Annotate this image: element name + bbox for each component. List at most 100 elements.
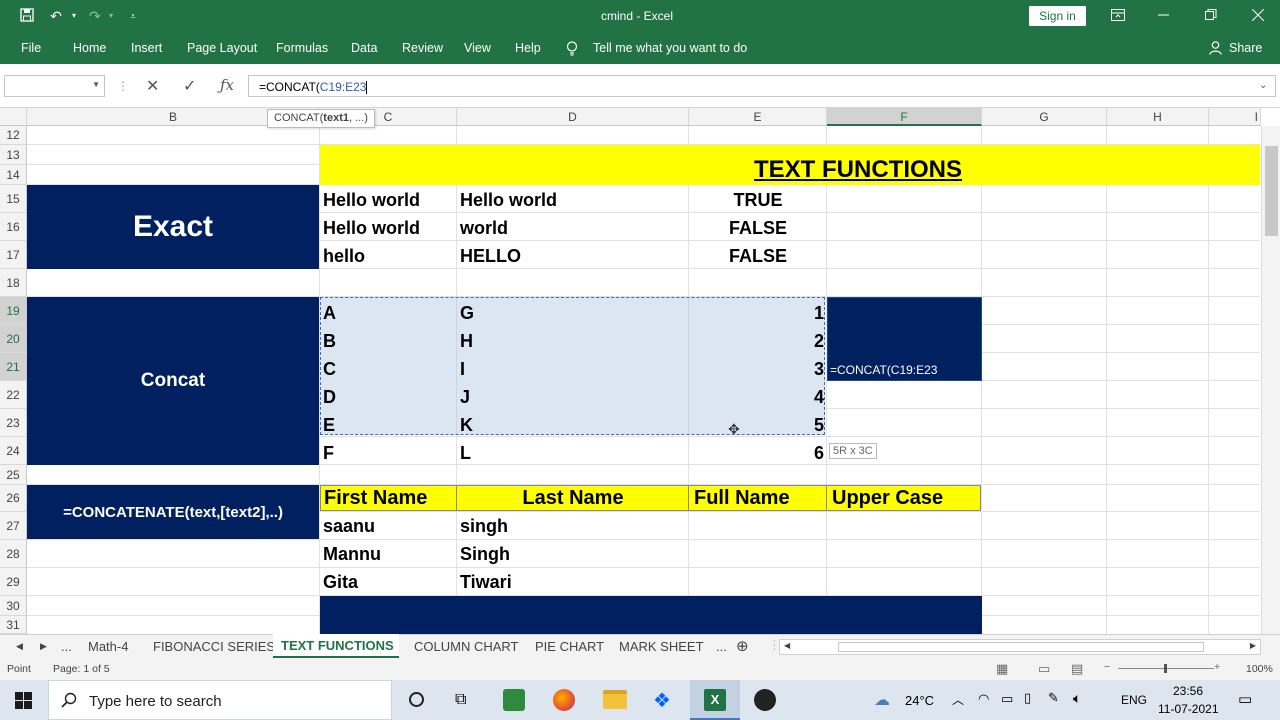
insert-function-icon[interactable]: ƒx	[220, 76, 234, 94]
cell-d23[interactable]: K	[460, 415, 473, 436]
zoom-level[interactable]: 100%	[1246, 663, 1273, 675]
network-icon[interactable]: ▭	[1001, 691, 1013, 707]
cell-c17[interactable]: hello	[323, 246, 365, 267]
customize-toolbar-icon[interactable]: ⩡	[125, 8, 141, 24]
tell-me-search[interactable]: Tell me what you want to do	[593, 41, 747, 55]
header-full-name[interactable]: Full Name	[694, 487, 790, 510]
exact-label[interactable]: Exact	[27, 185, 319, 269]
sheet-tab-column-chart[interactable]: COLUMN CHART	[414, 639, 519, 654]
excel-taskbar-button[interactable]: X	[690, 680, 740, 720]
tab-formulas[interactable]: Formulas	[276, 41, 328, 55]
row-header-27[interactable]: 27	[0, 512, 27, 540]
sheet-tab-pie-chart[interactable]: PIE CHART	[535, 639, 604, 654]
tab-review[interactable]: Review	[402, 41, 443, 55]
cell-d15[interactable]: Hello world	[460, 190, 557, 211]
redo-dropdown-icon[interactable]: ▾	[103, 8, 119, 24]
row-header-13[interactable]: 13	[0, 145, 27, 165]
header-last-name[interactable]: Last Name	[457, 487, 689, 510]
cell-e15[interactable]: TRUE	[689, 190, 827, 211]
row-header-30[interactable]: 30	[0, 596, 27, 616]
cell-d19[interactable]: G	[460, 303, 474, 324]
cell-e22[interactable]: 4	[689, 387, 824, 408]
cell-e24[interactable]: 6	[689, 443, 824, 464]
windows-start-icon[interactable]	[15, 692, 32, 712]
column-header-e[interactable]: E	[689, 108, 827, 126]
cell-c22[interactable]: D	[323, 387, 336, 408]
redo-icon[interactable]: ↷	[87, 8, 103, 24]
column-header-g[interactable]: G	[982, 108, 1107, 126]
language[interactable]: ENG	[1121, 693, 1147, 707]
cell-e21[interactable]: 3	[689, 359, 824, 380]
tab-view[interactable]: View	[464, 41, 491, 55]
page-break-view-icon[interactable]: ▤	[1071, 661, 1083, 677]
cell-c15[interactable]: Hello world	[323, 190, 420, 211]
tabs-more-right[interactable]: ...	[716, 639, 727, 654]
add-sheet-icon[interactable]: ⊕	[736, 637, 749, 655]
row-header-29[interactable]: 29	[0, 568, 27, 596]
page-layout-view-icon[interactable]: ▭	[1038, 661, 1050, 677]
normal-view-icon[interactable]: ▦	[996, 661, 1008, 677]
taskbar-search[interactable]: Type here to search	[48, 680, 392, 720]
task-view-icon[interactable]: ⧉	[455, 691, 466, 709]
wifi-icon[interactable]: ◠	[978, 691, 989, 707]
cell-c16[interactable]: Hello world	[323, 218, 420, 239]
concatenate-label[interactable]: =CONCATENATE(text,[text2],..)	[27, 485, 319, 539]
cell-c29[interactable]: Gita	[323, 572, 358, 593]
tooltip-arg[interactable]: text1	[323, 112, 349, 124]
file-explorer-icon[interactable]	[603, 690, 627, 709]
zoom-out-icon[interactable]: −	[1104, 661, 1110, 673]
temperature[interactable]: 24°C	[905, 693, 934, 708]
row-header-26[interactable]: 26	[0, 485, 27, 512]
row-header-15[interactable]: 15	[0, 185, 27, 213]
sheet-tab-math-4[interactable]: Math-4	[88, 639, 128, 654]
cell-d21[interactable]: I	[460, 359, 465, 380]
header-upper-case[interactable]: Upper Case	[832, 487, 943, 510]
cell-e23[interactable]: 5	[689, 415, 824, 436]
column-header-f[interactable]: F	[827, 108, 982, 126]
row-header-18[interactable]: 18	[0, 269, 27, 297]
row-header-16[interactable]: 16	[0, 213, 27, 241]
horizontal-scroll-thumb[interactable]	[838, 642, 1204, 652]
horizontal-scrollbar[interactable]: ◀ ▶	[779, 639, 1261, 655]
tab-scroll-left-icon[interactable]: ◀	[16, 641, 23, 652]
cell-d24[interactable]: L	[460, 443, 471, 464]
row-header-25[interactable]: 25	[0, 465, 27, 485]
cell-c27[interactable]: saanu	[323, 516, 375, 537]
sign-in-button[interactable]: Sign in	[1029, 6, 1086, 26]
cell-e17[interactable]: FALSE	[689, 246, 827, 267]
share-person-icon[interactable]	[1209, 41, 1222, 58]
minimize-icon[interactable]	[1156, 8, 1172, 24]
tab-help[interactable]: Help	[515, 41, 541, 55]
row-header-12[interactable]: 12	[0, 126, 27, 145]
cell-d28[interactable]: Singh	[460, 544, 510, 565]
weather-cloud-icon[interactable]: ☁	[874, 690, 890, 710]
volume-icon[interactable]: 🔈︎	[1073, 690, 1081, 707]
zoom-in-icon[interactable]: +	[1214, 661, 1220, 673]
select-all-corner[interactable]	[0, 108, 27, 126]
cell-d29[interactable]: Tiwari	[460, 572, 512, 593]
active-cell-f19[interactable]: =CONCAT(C19:E23	[827, 297, 982, 381]
sheet-tab-mark-sheet[interactable]: MARK SHEET	[619, 639, 704, 654]
worksheet-grid[interactable]: B C D E F G H I 12 13 14 15 16 17 18 19 …	[0, 108, 1280, 634]
tab-insert[interactable]: Insert	[131, 41, 162, 55]
dropbox-icon[interactable]: ❖	[653, 688, 671, 713]
save-icon[interactable]	[19, 8, 35, 24]
row-header-22[interactable]: 22	[0, 381, 27, 409]
tab-file[interactable]: File	[21, 41, 41, 55]
cell-c20[interactable]: B	[323, 331, 336, 352]
undo-icon[interactable]: ↶	[48, 8, 64, 24]
zoom-slider-handle[interactable]	[1164, 664, 1167, 673]
tabs-more-left[interactable]: ...	[61, 639, 72, 654]
chevron-down-icon[interactable]: ▼	[92, 80, 100, 89]
cell-c21[interactable]: C	[323, 359, 336, 380]
cell-c23[interactable]: E	[323, 415, 335, 436]
cell-c19[interactable]: A	[323, 303, 336, 324]
row-header-31[interactable]: 31	[0, 616, 27, 634]
obs-icon[interactable]	[754, 689, 776, 711]
row-header-14[interactable]: 14	[0, 165, 27, 185]
share-button[interactable]: Share	[1229, 41, 1262, 55]
cell-d17[interactable]: HELLO	[460, 246, 521, 267]
tab-page-layout[interactable]: Page Layout	[187, 41, 257, 55]
ribbon-display-options-icon[interactable]	[1110, 8, 1126, 24]
sheet-title[interactable]: TEXT FUNCTIONS	[754, 156, 962, 184]
